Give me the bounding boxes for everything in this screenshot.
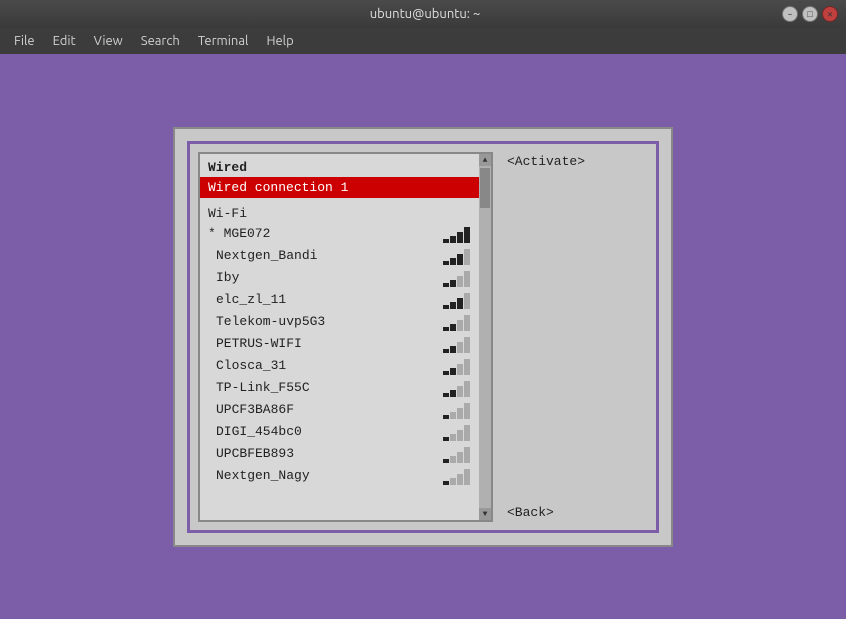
menu-edit[interactable]: Edit: [45, 32, 84, 50]
window-title: ubuntu@ubuntu: ~: [68, 7, 782, 21]
minimize-button[interactable]: –: [782, 6, 798, 22]
list-item[interactable]: Nextgen_Nagy: [200, 465, 491, 487]
signal-icon: [443, 225, 479, 243]
network-name: Telekom-uvp5G3: [216, 314, 443, 329]
menu-search[interactable]: Search: [133, 32, 188, 50]
close-button[interactable]: ✕: [822, 6, 838, 22]
title-bar: ubuntu@ubuntu: ~ – □ ✕: [0, 0, 846, 28]
list-item[interactable]: UPCF3BA86F: [200, 399, 491, 421]
signal-icon: [443, 379, 479, 397]
network-name: UPCF3BA86F: [216, 402, 443, 417]
list-item[interactable]: elc_zl_11: [200, 289, 491, 311]
list-item[interactable]: Telekom-uvp5G3: [200, 311, 491, 333]
network-name: Nextgen_Bandi: [216, 248, 443, 263]
terminal-area: Wired Wired connection 1 Wi-Fi * MGE072: [0, 54, 846, 619]
scrollbar[interactable]: ▲ ▼: [479, 154, 491, 520]
window-controls: – □ ✕: [782, 6, 838, 22]
dialog-outer: Wired Wired connection 1 Wi-Fi * MGE072: [173, 127, 673, 547]
signal-icon: [443, 269, 479, 287]
menu-help[interactable]: Help: [258, 32, 301, 50]
menu-view[interactable]: View: [86, 32, 131, 50]
signal-icon: [443, 313, 479, 331]
wired-connection-item[interactable]: Wired connection 1: [200, 177, 491, 198]
menu-bar: File Edit View Search Terminal Help: [0, 28, 846, 54]
signal-icon: [443, 357, 479, 375]
list-item[interactable]: TP-Link_F55C: [200, 377, 491, 399]
scroll-up-button[interactable]: ▲: [479, 154, 491, 166]
scroll-thumb[interactable]: [480, 168, 490, 208]
list-item[interactable]: Iby: [200, 267, 491, 289]
menu-terminal[interactable]: Terminal: [190, 32, 257, 50]
list-item[interactable]: Closca_31: [200, 355, 491, 377]
network-name: Iby: [216, 270, 443, 285]
network-name: TP-Link_F55C: [216, 380, 443, 395]
back-button[interactable]: <Back>: [503, 503, 589, 522]
network-name: * MGE072: [208, 226, 443, 241]
list-item[interactable]: PETRUS-WIFI: [200, 333, 491, 355]
maximize-button[interactable]: □: [802, 6, 818, 22]
signal-icon: [443, 423, 479, 441]
list-item[interactable]: UPCBFEB893: [200, 443, 491, 465]
signal-icon: [443, 335, 479, 353]
activate-button[interactable]: <Activate>: [503, 152, 589, 171]
network-list-container: Wired Wired connection 1 Wi-Fi * MGE072: [198, 152, 648, 522]
list-item[interactable]: * MGE072: [200, 223, 491, 245]
wired-section-header: Wired: [200, 158, 491, 177]
network-name: PETRUS-WIFI: [216, 336, 443, 351]
network-list-box[interactable]: Wired Wired connection 1 Wi-Fi * MGE072: [198, 152, 493, 522]
signal-icon: [443, 401, 479, 419]
signal-icon: [443, 445, 479, 463]
menu-file[interactable]: File: [6, 32, 43, 50]
network-name: Nextgen_Nagy: [216, 468, 443, 483]
signal-icon: [443, 247, 479, 265]
network-name: DIGI_454bc0: [216, 424, 443, 439]
signal-icon: [443, 467, 479, 485]
list-content: Wired Wired connection 1 Wi-Fi * MGE072: [200, 154, 491, 491]
wifi-section-header: Wi-Fi: [200, 204, 491, 223]
signal-icon: [443, 291, 479, 309]
side-buttons: <Activate> <Back>: [503, 152, 589, 522]
list-item[interactable]: DIGI_454bc0: [200, 421, 491, 443]
scroll-down-button[interactable]: ▼: [479, 508, 491, 520]
network-name: UPCBFEB893: [216, 446, 443, 461]
network-name: Closca_31: [216, 358, 443, 373]
list-item[interactable]: Nextgen_Bandi: [200, 245, 491, 267]
network-name: elc_zl_11: [216, 292, 443, 307]
dialog-inner: Wired Wired connection 1 Wi-Fi * MGE072: [187, 141, 659, 533]
